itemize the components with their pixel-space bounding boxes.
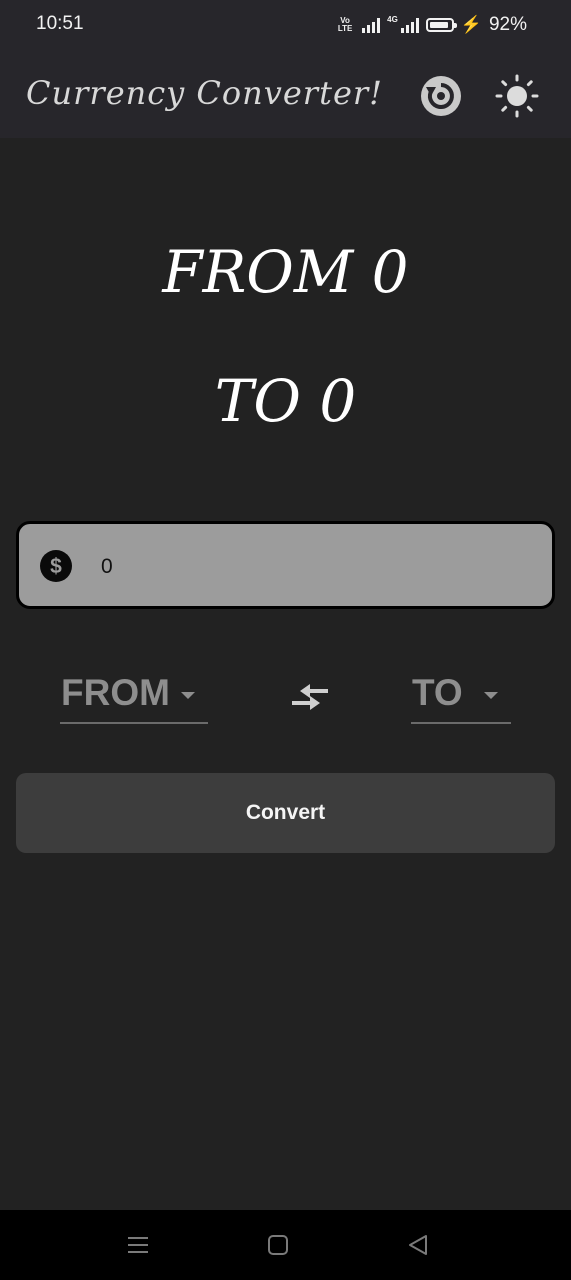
status-time: 10:51 xyxy=(36,13,84,34)
app-title: Currency Converter! xyxy=(26,74,384,112)
amount-input[interactable] xyxy=(99,546,523,588)
charging-icon: ⚡ xyxy=(460,15,482,34)
amount-field[interactable]: $ xyxy=(16,521,555,609)
nav-home-button[interactable] xyxy=(265,1232,291,1258)
nav-menu-button[interactable] xyxy=(125,1232,151,1258)
chevron-down-icon xyxy=(484,692,498,699)
svg-text:$: $ xyxy=(50,555,62,578)
convert-button[interactable]: Convert xyxy=(16,773,555,853)
status-icons: Vo LTE 4G ⚡ 92% xyxy=(335,12,527,38)
to-result-text: TO 0 xyxy=(214,367,357,435)
signal-icon-2 xyxy=(400,17,419,33)
battery-percent: 92% xyxy=(488,14,527,35)
network-type: 4G xyxy=(387,14,398,24)
home-icon xyxy=(268,1235,288,1255)
swap-arrows-icon xyxy=(292,684,328,710)
back-icon xyxy=(409,1235,427,1255)
app-bar: Currency Converter! xyxy=(0,52,571,138)
signal-icon xyxy=(362,17,381,33)
menu-icon xyxy=(128,1237,148,1253)
theme-toggle-button[interactable] xyxy=(495,74,539,118)
navigation-bar xyxy=(0,1210,571,1280)
from-result-text: FROM 0 xyxy=(162,238,409,306)
from-dropdown-label: FROM xyxy=(61,672,170,713)
nav-back-button[interactable] xyxy=(405,1232,431,1258)
dollar-icon: $ xyxy=(40,550,72,582)
history-button[interactable] xyxy=(419,74,463,118)
from-currency-dropdown[interactable]: FROM xyxy=(60,668,208,724)
battery-icon xyxy=(425,18,457,32)
sun-icon xyxy=(495,74,539,118)
chevron-down-icon xyxy=(181,692,195,699)
to-dropdown-label: TO xyxy=(412,672,463,713)
swap-currencies-button[interactable] xyxy=(287,678,333,716)
status-bar: 10:51 Vo LTE 4G ⚡ 92% xyxy=(0,0,571,52)
history-icon xyxy=(421,76,461,116)
volte-indicator: Vo LTE xyxy=(337,16,353,33)
to-currency-dropdown[interactable]: TO xyxy=(411,668,511,724)
